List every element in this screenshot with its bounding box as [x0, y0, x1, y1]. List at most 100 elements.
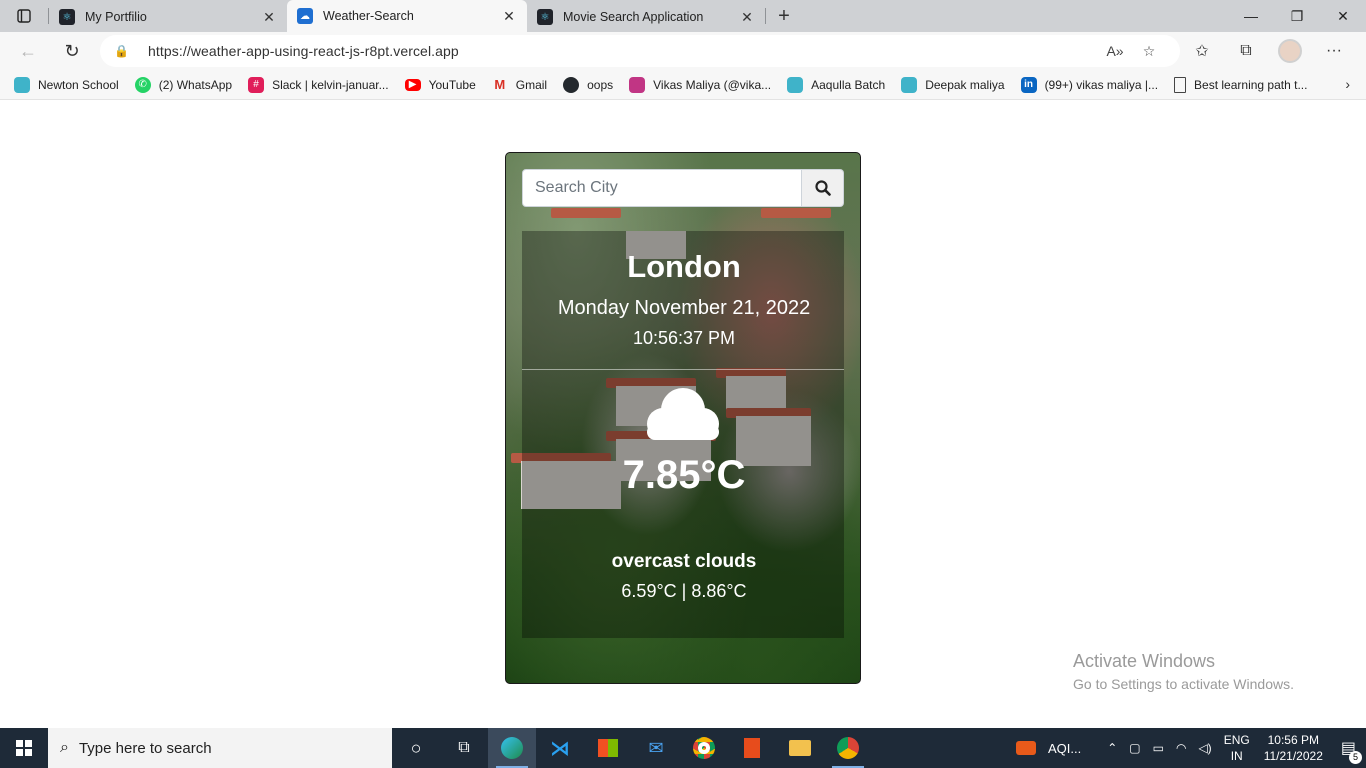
bookmark-aaqulla-batch[interactable]: Aaqulla Batch [787, 76, 885, 93]
notification-count: 5 [1349, 751, 1362, 764]
chrome-icon [837, 737, 859, 759]
bookmark-gmail[interactable]: M Gmail [492, 77, 547, 93]
bookmark-label: Vikas Maliya (@vika... [653, 77, 772, 92]
battery-icon[interactable]: ▭ [1147, 741, 1170, 755]
back-button[interactable]: ← [8, 35, 48, 67]
bookmark-instagram[interactable]: Vikas Maliya (@vika... [629, 76, 772, 93]
refresh-button[interactable]: ↻ [52, 35, 92, 67]
url-text[interactable]: https://weather-app-using-react-js-r8pt.… [148, 43, 1098, 59]
taskbar-file-explorer[interactable] [776, 728, 824, 768]
profile-button[interactable] [1268, 35, 1312, 67]
bookmark-newton-school[interactable]: Newton School [14, 76, 119, 93]
favorites-icon: ✩ [1195, 43, 1209, 60]
toolbar-actions: ✩ ⧉ ··· [1180, 35, 1356, 67]
region-code: IN [1230, 749, 1243, 763]
search-icon [814, 180, 831, 196]
tab-title: Weather-Search [323, 9, 414, 23]
bookmark-whatsapp[interactable]: ✆ (2) WhatsApp [134, 76, 232, 93]
more-icon: ··· [1326, 42, 1342, 59]
tab-actions-button[interactable] [0, 0, 48, 32]
show-hidden-icons[interactable]: ⌃ [1101, 741, 1123, 755]
newton-icon [787, 76, 804, 93]
new-tab-button[interactable]: + [766, 0, 802, 32]
tab-strip: ⚛ My Portfilio ✕ ☁ Weather-Search ✕ ⚛ Mo… [0, 0, 1366, 32]
lock-icon[interactable]: 🔒 [114, 44, 134, 58]
taskbar-chrome[interactable] [680, 728, 728, 768]
favorites-button[interactable]: ✩ [1180, 35, 1224, 67]
taskbar-search-placeholder: Type here to search [78, 739, 212, 757]
start-button[interactable] [0, 728, 48, 768]
meet-now-icon[interactable]: ▢ [1123, 741, 1146, 755]
bookmark-best-learning-path[interactable]: Best learning path t... [1174, 76, 1307, 93]
arrow-left-icon: ← [19, 40, 37, 61]
aqi-icon [1015, 741, 1036, 755]
bookmark-youtube[interactable]: ▶ YouTube [404, 78, 476, 92]
page-icon [1174, 76, 1187, 93]
taskbar-store[interactable] [584, 728, 632, 768]
language-indicator[interactable]: ENG IN [1218, 732, 1256, 764]
close-window-button[interactable]: ✕ [1320, 0, 1366, 32]
tab-my-portfolio[interactable]: ⚛ My Portfilio ✕ [49, 2, 287, 32]
minimize-button[interactable]: — [1228, 0, 1274, 32]
bookmark-linkedin[interactable]: in (99+) vikas maliya |... [1020, 76, 1158, 93]
slack-icon: # [248, 76, 265, 93]
task-view-button[interactable]: ⧉ [440, 728, 488, 768]
chrome-icon [693, 737, 715, 759]
tab-movie-search[interactable]: ⚛ Movie Search Application ✕ [527, 2, 765, 32]
close-icon[interactable]: ✕ [501, 8, 517, 25]
collections-button[interactable]: ⧉ [1224, 35, 1268, 67]
taskbar-vscode[interactable]: ⋊ [536, 728, 584, 768]
taskbar-mail[interactable]: ✉ [632, 728, 680, 768]
whatsapp-icon: ✆ [134, 76, 151, 93]
newton-icon [901, 76, 918, 93]
clock[interactable]: 10:56 PM 11/21/2022 [1256, 732, 1331, 764]
browser-toolbar: ← ↻ 🔒 https://weather-app-using-react-js… [0, 32, 1366, 70]
refresh-icon: ↻ [64, 40, 80, 61]
chevron-up-icon: ⌃ [1107, 741, 1118, 755]
avatar [1278, 39, 1302, 63]
min-max-temperature: 6.59°C | 8.86°C [621, 581, 747, 601]
minimize-icon: — [1244, 8, 1258, 24]
bookmark-slack[interactable]: # Slack | kelvin-januar... [248, 76, 389, 93]
settings-menu-button[interactable]: ··· [1312, 35, 1356, 67]
wifi-icon[interactable]: ◠ [1170, 741, 1192, 755]
temperature: 7.85°C [622, 453, 746, 497]
weather-widget-label: AQI... [1047, 740, 1082, 756]
volume-icon[interactable]: ◁) [1192, 741, 1217, 755]
bookmark-oops[interactable]: oops [563, 76, 613, 93]
notifications-button[interactable]: ▤ 5 [1331, 738, 1366, 764]
weather-widget[interactable]: AQI... [1010, 741, 1087, 756]
search-button[interactable] [802, 169, 844, 207]
language-code: ENG [1223, 733, 1250, 747]
activate-windows-watermark: Activate Windows Go to Settings to activ… [1073, 651, 1294, 692]
tab-weather-search[interactable]: ☁ Weather-Search ✕ [287, 0, 527, 32]
collections-icon: ⧉ [1240, 42, 1252, 59]
weather-icon: ☁ [297, 8, 313, 24]
taskbar-office[interactable] [728, 728, 776, 768]
background-roof [551, 208, 621, 218]
add-favorite-icon[interactable]: ☆ [1132, 43, 1166, 60]
taskbar-chrome-profile[interactable] [824, 728, 872, 768]
restore-icon: ❐ [1290, 7, 1304, 24]
weather-description: overcast clouds [611, 551, 757, 572]
bookmark-label: Gmail [515, 77, 548, 92]
clock-time: 10:56 PM [1267, 733, 1319, 747]
mail-icon: ✉ [648, 737, 664, 758]
edge-icon [501, 737, 523, 759]
cortana-button[interactable]: ○ [392, 728, 440, 768]
cloud-icon [641, 386, 725, 451]
taskbar-edge[interactable] [488, 728, 536, 768]
search-city-input[interactable] [522, 169, 802, 207]
read-aloud-icon[interactable]: A» [1098, 43, 1132, 59]
close-icon[interactable]: ✕ [261, 9, 277, 26]
address-bar[interactable]: 🔒 https://weather-app-using-react-js-r8p… [100, 35, 1180, 67]
page-content: London Monday November 21, 2022 10:56:37… [0, 101, 1366, 728]
cortana-icon: ○ [410, 737, 422, 758]
chevron-right-icon[interactable]: › [1345, 76, 1350, 92]
close-icon[interactable]: ✕ [739, 9, 755, 26]
restore-button[interactable]: ❐ [1274, 0, 1320, 32]
clock-date: 11/21/2022 [1263, 749, 1323, 763]
store-icon [598, 739, 618, 757]
taskbar-search[interactable]: ⌕ Type here to search [48, 728, 392, 768]
bookmark-deepak-maliya[interactable]: Deepak maliya [901, 76, 1005, 93]
